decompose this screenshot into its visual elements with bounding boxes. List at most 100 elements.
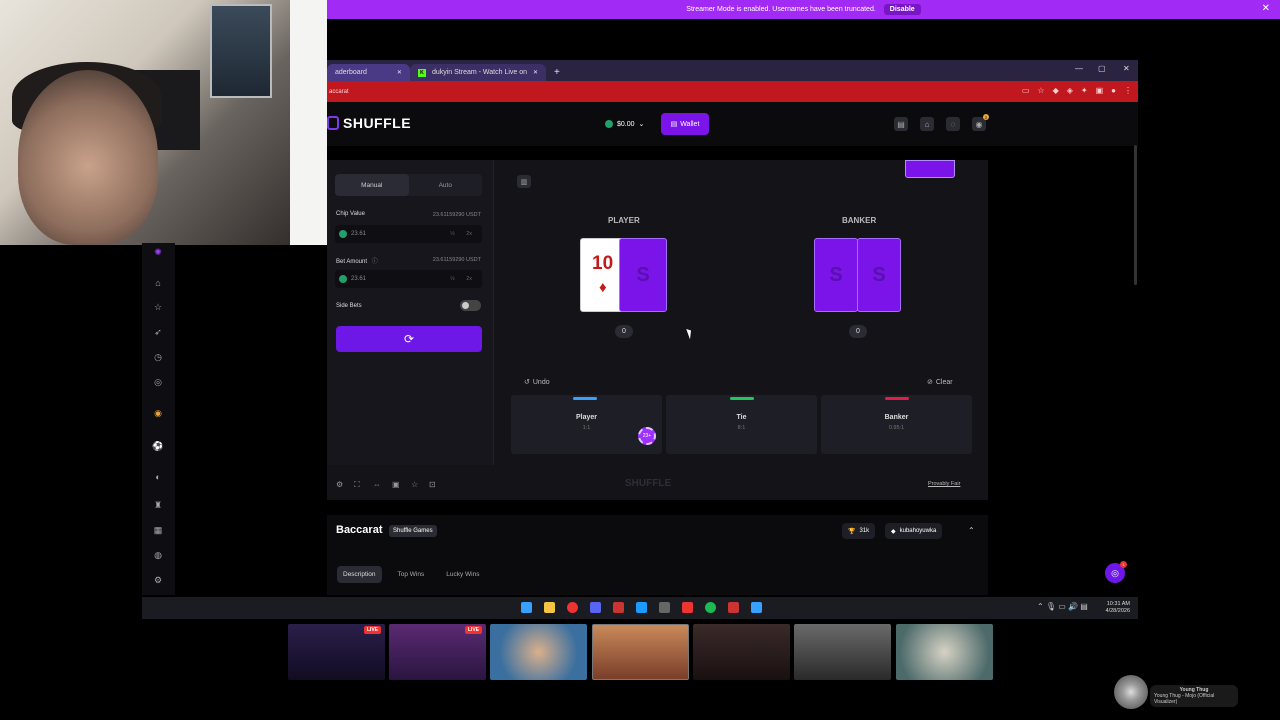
bet-zone-player[interactable]: Player 1:1: [511, 395, 662, 454]
info-icon[interactable]: ⓘ: [372, 259, 378, 265]
stream-thumbnail[interactable]: [693, 624, 790, 680]
close-tab-icon[interactable]: ✕: [397, 69, 402, 76]
provider-badge[interactable]: Shuffle Games: [389, 525, 437, 537]
stream-thumbnail[interactable]: [490, 624, 587, 680]
tab-lucky-wins[interactable]: Lucky Wins: [440, 566, 485, 583]
tab-description[interactable]: Description: [337, 566, 382, 583]
app-icon[interactable]: [613, 602, 624, 613]
close-icon[interactable]: ✕: [1262, 3, 1270, 14]
close-tab-icon[interactable]: ✕: [533, 69, 538, 76]
system-clock[interactable]: 10:31 AM 4/28/2026: [1106, 601, 1130, 615]
spotify-icon[interactable]: [705, 602, 716, 613]
menu-toggle-icon[interactable]: ✺: [152, 246, 164, 258]
stream-thumbnail[interactable]: LIVE: [389, 624, 486, 680]
promotions-icon[interactable]: ◉: [152, 407, 164, 419]
screen-icon[interactable]: ▭: [1022, 86, 1030, 95]
wallet-label: Wallet: [680, 120, 700, 128]
disable-streamer-mode-button[interactable]: Disable: [883, 4, 921, 15]
menu-icon[interactable]: ⋮: [1124, 86, 1132, 95]
stream-thumbnail[interactable]: [592, 624, 689, 680]
support-icon[interactable]: ◍: [152, 549, 164, 561]
new-tab-button[interactable]: +: [546, 64, 568, 81]
esports-icon[interactable]: ◐: [152, 471, 164, 483]
browser-tab-leaderboard[interactable]: aderboard ✕: [327, 64, 410, 81]
address-bar[interactable]: accarat ▭ ☆ ◆ ◈ ✦ ▣ ● ⋮: [327, 81, 1138, 102]
bet-amount-value: 23.61: [351, 276, 367, 282]
stats-icon[interactable]: ▦: [152, 524, 164, 536]
sports-icon[interactable]: ⚽: [152, 440, 164, 452]
star-icon[interactable]: ☆: [1037, 86, 1044, 95]
chevron-up-icon[interactable]: ⌃: [968, 526, 975, 535]
extension-icon[interactable]: ◈: [1067, 86, 1073, 95]
windows-start-icon[interactable]: [521, 602, 532, 613]
top-user-pill[interactable]: ◆ kubahoyuwka: [885, 523, 943, 539]
search-icon[interactable]: ▤: [894, 117, 908, 131]
vip-icon[interactable]: ♜: [152, 499, 164, 511]
stats-icon[interactable]: ▣: [392, 480, 400, 489]
tray-icons[interactable]: ⌃ 🎙 ▭ 🔊 ▤: [1037, 602, 1088, 611]
casino-icon[interactable]: ◎: [152, 376, 164, 388]
gift-icon[interactable]: ⌂: [920, 117, 934, 131]
windows-taskbar: ⌃ 🎙 ▭ 🔊 ▤ 10:31 AM 4/28/2026: [142, 597, 1138, 619]
sidebar-icon[interactable]: ▣: [1096, 86, 1104, 95]
banker-score: 0: [849, 325, 867, 338]
bet-zone-tie[interactable]: Tie 8:1: [666, 395, 817, 454]
favorites-icon[interactable]: ☆: [152, 301, 164, 313]
settings-icon[interactable]: ⚙: [336, 480, 343, 489]
brave-icon[interactable]: [682, 602, 693, 613]
user-icon[interactable]: ◉ 2: [972, 114, 989, 131]
bet-zone-odds: 0.95:1: [888, 425, 905, 431]
stream-thumbnail[interactable]: [896, 624, 993, 680]
half-button[interactable]: ½: [450, 231, 455, 237]
stream-thumbnail[interactable]: LIVE: [288, 624, 385, 680]
half-button[interactable]: ½: [450, 276, 455, 282]
support-chat-button[interactable]: ◎ 1: [1105, 561, 1127, 583]
favorite-icon[interactable]: ☆: [411, 480, 418, 489]
settings-icon[interactable]: ⚙: [152, 574, 164, 586]
balance-selector[interactable]: $0.00 ⌄: [599, 114, 650, 134]
obs-icon[interactable]: [659, 602, 670, 613]
extension-icon[interactable]: ◆: [1053, 86, 1059, 95]
chrome-icon[interactable]: [567, 602, 578, 613]
tab-auto[interactable]: Auto: [409, 174, 483, 196]
chat-icon[interactable]: ◌: [946, 117, 960, 131]
steam-icon[interactable]: [636, 602, 647, 613]
tab-top-wins[interactable]: Top Wins: [392, 566, 431, 583]
home-icon[interactable]: ⌂: [152, 277, 164, 289]
recent-icon[interactable]: ◷: [152, 351, 164, 363]
side-bets-toggle[interactable]: [460, 300, 481, 311]
app-icon[interactable]: [728, 602, 739, 613]
bet-amount-field[interactable]: 23.61 ½ 2x: [335, 270, 482, 288]
clear-button[interactable]: ⊘ Clear: [927, 378, 953, 387]
shuffle-logo[interactable]: SHUFFLE: [327, 115, 411, 131]
minimize-icon[interactable]: —: [1075, 64, 1083, 73]
stats-chart-icon[interactable]: ▥: [517, 175, 531, 188]
profile-icon[interactable]: ●: [1111, 86, 1116, 95]
app-icon[interactable]: [751, 602, 762, 613]
discord-icon[interactable]: [590, 602, 601, 613]
browser-tab-stream[interactable]: K dukyin Stream - Watch Live on ✕: [409, 64, 547, 81]
rocket-icon[interactable]: ➶: [152, 326, 164, 338]
double-button[interactable]: 2x: [466, 276, 472, 282]
expand-icon[interactable]: ⇔: [373, 480, 381, 489]
bet-zone-banker[interactable]: Banker 0.95:1: [821, 395, 972, 454]
place-bet-button[interactable]: ⟳: [336, 326, 482, 352]
double-button[interactable]: 2x: [466, 231, 472, 237]
undo-button[interactable]: ↺ Undo: [524, 378, 550, 387]
theater-icon[interactable]: ⛶: [354, 480, 360, 490]
likes-pill[interactable]: 🏆 31k: [842, 523, 876, 539]
lock-icon[interactable]: ⊡: [429, 480, 436, 489]
chip-value-field[interactable]: 23.61 ½ 2x: [335, 225, 482, 243]
tab-manual[interactable]: Manual: [335, 174, 409, 196]
page-scrollbar[interactable]: [1134, 145, 1137, 285]
stream-thumbnail[interactable]: [794, 624, 891, 680]
close-window-icon[interactable]: ✕: [1123, 64, 1130, 73]
wallet-button[interactable]: ▤ Wallet: [661, 113, 709, 135]
maximize-icon[interactable]: ▢: [1098, 64, 1106, 73]
provably-fair-link[interactable]: Provably Fair: [928, 481, 960, 487]
clear-label: Clear: [935, 378, 953, 386]
file-explorer-icon[interactable]: [544, 602, 555, 613]
puzzle-icon[interactable]: ✦: [1081, 86, 1088, 95]
game-info-section: Baccarat Shuffle Games 🏆 31k ◆ kubahoyuw…: [327, 515, 988, 595]
placed-chip[interactable]: 23+: [638, 427, 656, 445]
